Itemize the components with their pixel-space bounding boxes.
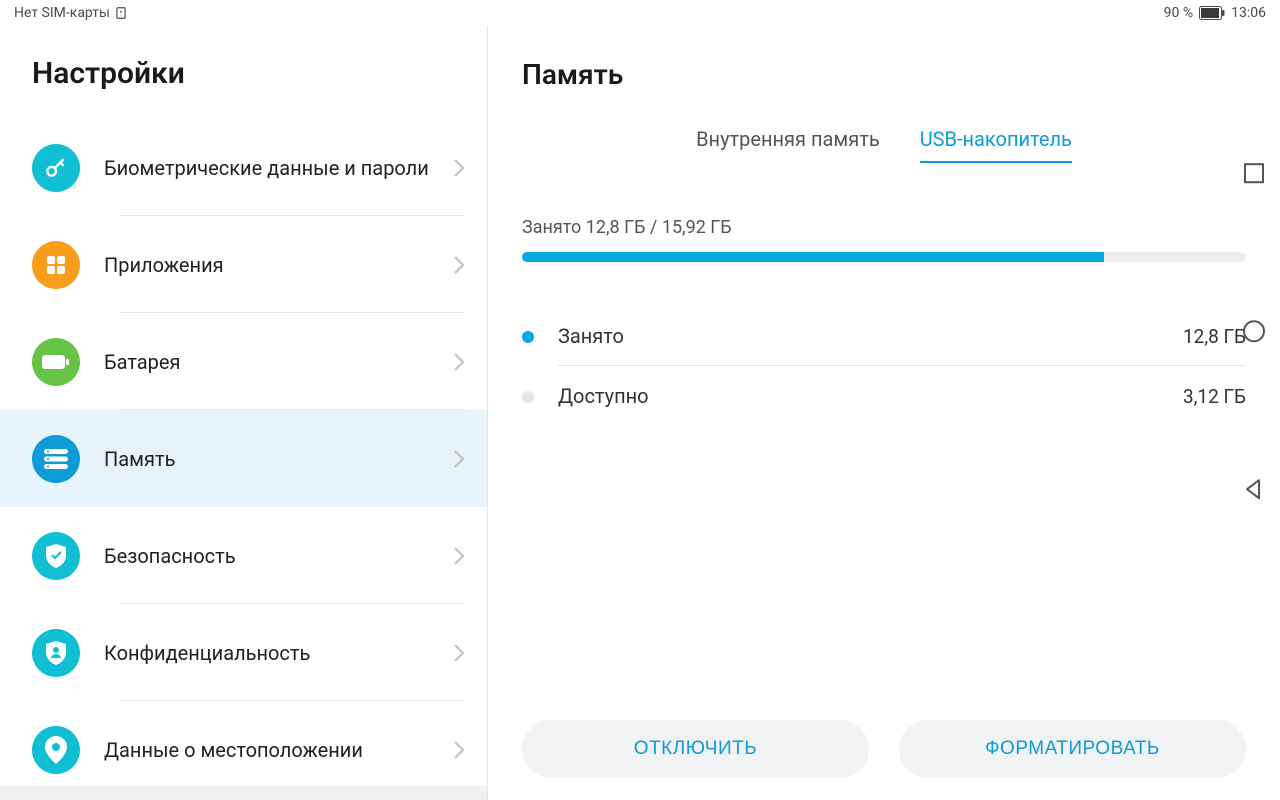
sidebar-title: Настройки <box>0 26 487 119</box>
breakdown-value: 12,8 ГБ <box>1183 325 1246 348</box>
system-nav-rail <box>1240 159 1268 503</box>
settings-sidebar: Настройки Биометрические данные и пароли… <box>0 26 488 800</box>
location-icon <box>32 726 80 774</box>
chevron-right-icon <box>453 352 465 372</box>
sidebar-item-label: Конфиденциальность <box>104 640 453 666</box>
storage-icon <box>32 435 80 483</box>
breakdown-value: 3,12 ГБ <box>1183 385 1246 408</box>
sim-warning-icon <box>114 6 128 20</box>
sidebar-item-label: Данные о местоположении <box>104 737 453 763</box>
storage-progress-fill <box>522 252 1104 262</box>
sim-status-text: Нет SIM-карты <box>14 5 110 21</box>
sidebar-item-key[interactable]: Биометрические данные и пароли <box>0 119 487 216</box>
battery-percent-text: 90 % <box>1164 5 1193 21</box>
chevron-right-icon <box>453 740 465 760</box>
sidebar-item-label: Приложения <box>104 252 453 278</box>
chevron-right-icon <box>453 449 465 469</box>
sidebar-item-apps[interactable]: Приложения <box>0 216 487 313</box>
panel-title: Память <box>522 26 1246 127</box>
usage-summary-text: Занято 12,8 ГБ / 15,92 ГБ <box>522 217 1246 238</box>
sidebar-item-shield-user[interactable]: Конфиденциальность <box>0 604 487 701</box>
scroll-hint <box>0 786 487 800</box>
storage-progress-bar <box>522 252 1246 262</box>
action-bar: ОТКЛЮЧИТЬ ФОРМАТИРОВАТЬ <box>522 720 1246 778</box>
eject-button[interactable]: ОТКЛЮЧИТЬ <box>522 720 869 778</box>
storage-tabs: Внутренняя память USB-накопитель <box>522 127 1246 163</box>
storage-tab-1[interactable]: USB-накопитель <box>920 127 1072 163</box>
breakdown-row: Доступно 3,12 ГБ <box>522 366 1246 426</box>
storage-panel: Память Внутренняя память USB-накопитель З… <box>488 26 1280 800</box>
legend-dot-icon <box>522 331 534 343</box>
format-button[interactable]: ФОРМАТИРОВАТЬ <box>899 720 1246 778</box>
sidebar-item-label: Безопасность <box>104 543 453 569</box>
chevron-right-icon <box>453 255 465 275</box>
apps-icon <box>32 241 80 289</box>
sidebar-item-shield-check[interactable]: Безопасность <box>0 507 487 604</box>
shield-check-icon <box>32 532 80 580</box>
nav-recent-button[interactable] <box>1240 159 1268 187</box>
breakdown-label: Занято <box>558 324 1183 348</box>
chevron-right-icon <box>453 643 465 663</box>
shield-user-icon <box>32 629 80 677</box>
nav-home-button[interactable] <box>1240 317 1268 345</box>
clock-text: 13:06 <box>1231 5 1266 21</box>
nav-back-button[interactable] <box>1240 475 1268 503</box>
sidebar-item-location[interactable]: Данные о местоположении <box>0 701 487 798</box>
sidebar-item-label: Батарея <box>104 349 453 375</box>
sidebar-item-storage[interactable]: Память <box>0 410 487 507</box>
breakdown-row: Занято 12,8 ГБ <box>522 306 1246 366</box>
legend-dot-icon <box>522 391 534 403</box>
breakdown-label: Доступно <box>558 384 1183 408</box>
status-bar-left: Нет SIM-карты <box>14 5 128 21</box>
chevron-right-icon <box>453 158 465 178</box>
storage-tab-0[interactable]: Внутренняя память <box>696 127 880 163</box>
status-bar-right: 90 % 13:06 <box>1164 5 1266 21</box>
chevron-right-icon <box>453 546 465 566</box>
battery-icon <box>32 338 80 386</box>
status-bar: Нет SIM-карты 90 % 13:06 <box>0 0 1280 26</box>
sidebar-item-label: Память <box>104 446 453 472</box>
sidebar-item-battery[interactable]: Батарея <box>0 313 487 410</box>
key-icon <box>32 144 80 192</box>
battery-icon <box>1199 6 1225 20</box>
sidebar-item-label: Биометрические данные и пароли <box>104 155 453 181</box>
